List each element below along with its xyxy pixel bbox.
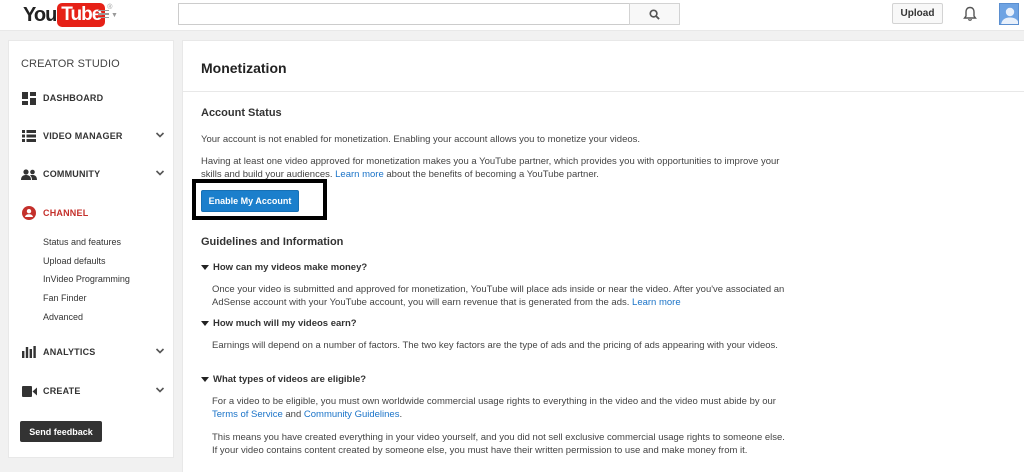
partner-info-text-b: about the benefits of becoming a YouTube… xyxy=(386,169,599,180)
enable-my-account-button[interactable]: Enable My Account xyxy=(201,190,299,212)
faq-answer-eligible-details: This means you have created everything i… xyxy=(212,432,785,456)
account-status-text: Your account is not enabled for monetiza… xyxy=(201,134,641,145)
sidebar-item-create[interactable]: CREATE xyxy=(21,382,165,400)
chevron-down-icon[interactable] xyxy=(155,130,165,140)
sidebar-subitem-upload-defaults[interactable]: Upload defaults xyxy=(43,256,106,266)
search-box xyxy=(178,3,630,25)
avatar-icon xyxy=(1001,7,1018,24)
account-avatar[interactable] xyxy=(999,3,1019,25)
faq-answer-how-much: Earnings will depend on a number of fact… xyxy=(212,340,778,351)
community-icon xyxy=(21,167,37,181)
sidebar-item-label: CREATE xyxy=(43,386,81,396)
search-button[interactable] xyxy=(629,3,680,25)
faq-question-text: How can my videos make money? xyxy=(213,262,368,273)
creator-studio-sidebar: CREATOR STUDIO DASHBOARD VIDEO MANAGER C… xyxy=(8,40,174,458)
triangle-down-icon xyxy=(201,265,209,270)
partner-info-text: Having at least one video approved for m… xyxy=(201,155,781,181)
page-title: Monetization xyxy=(201,60,287,76)
faq-question-text: What types of videos are eligible? xyxy=(213,374,367,385)
triangle-down-icon xyxy=(201,321,209,326)
faq-answer-period: . xyxy=(399,409,403,420)
learn-more-link[interactable]: Learn more xyxy=(335,169,384,180)
sidebar-subitem-invideo-programming[interactable]: InVideo Programming xyxy=(43,274,130,284)
faq-answer-text: For a video to be eligible, you must own… xyxy=(212,396,776,407)
search-icon xyxy=(649,8,660,20)
sidebar-item-label: CHANNEL xyxy=(43,208,89,218)
guidelines-heading: Guidelines and Information xyxy=(201,236,344,248)
page-title-bar: Monetization xyxy=(183,41,1024,92)
analytics-icon xyxy=(21,345,37,359)
top-bar: You Tube ® ▼ Upload xyxy=(0,0,1024,31)
chevron-down-icon[interactable] xyxy=(155,385,165,395)
faq-answer-eligible: For a video to be eligible, you must own… xyxy=(212,395,787,421)
triangle-down-icon xyxy=(201,377,209,382)
dashboard-icon xyxy=(21,91,37,105)
sidebar-subitem-fan-finder[interactable]: Fan Finder xyxy=(43,293,87,303)
faq-question-text: How much will my videos earn? xyxy=(213,318,357,329)
faq-question-eligible[interactable]: What types of videos are eligible? xyxy=(201,374,366,385)
sidebar-item-label: VIDEO MANAGER xyxy=(43,131,123,141)
chevron-down-icon[interactable] xyxy=(155,168,165,178)
learn-more-link[interactable]: Learn more xyxy=(632,297,681,308)
video-manager-icon xyxy=(21,129,37,143)
search-input[interactable] xyxy=(179,4,629,24)
sidebar-item-analytics[interactable]: ANALYTICS xyxy=(21,343,165,361)
sidebar-item-label: DASHBOARD xyxy=(43,93,104,103)
faq-question-how-much[interactable]: How much will my videos earn? xyxy=(201,318,357,329)
create-icon xyxy=(21,384,37,398)
logo-you-text: You xyxy=(23,3,57,26)
caret-down-icon: ▼ xyxy=(111,11,118,19)
sidebar-item-video-manager[interactable]: VIDEO MANAGER xyxy=(21,127,165,145)
faq-question-make-money[interactable]: How can my videos make money? xyxy=(201,262,367,273)
account-status-heading: Account Status xyxy=(201,107,282,119)
guide-menu-button[interactable]: ▼ xyxy=(98,8,118,22)
chevron-down-icon[interactable] xyxy=(155,346,165,356)
channel-icon xyxy=(21,206,37,220)
terms-of-service-link[interactable]: Terms of Service xyxy=(212,409,283,420)
community-guidelines-link[interactable]: Community Guidelines xyxy=(304,409,400,420)
sidebar-subitem-advanced[interactable]: Advanced xyxy=(43,312,83,322)
monetization-panel: Monetization Account Status Your account… xyxy=(182,40,1024,472)
send-feedback-button[interactable]: Send feedback xyxy=(20,421,102,442)
sidebar-item-community[interactable]: COMMUNITY xyxy=(21,165,165,183)
faq-answer-make-money: Once your video is submitted and approve… xyxy=(212,283,787,309)
sidebar-title: CREATOR STUDIO xyxy=(21,58,120,70)
faq-answer-and: and xyxy=(285,409,302,420)
sidebar-item-label: COMMUNITY xyxy=(43,169,101,179)
faq-answer-text: Once your video is submitted and approve… xyxy=(212,284,785,308)
sidebar-item-dashboard[interactable]: DASHBOARD xyxy=(21,89,165,107)
bell-icon xyxy=(963,6,977,21)
hamburger-icon xyxy=(98,9,109,21)
sidebar-item-channel[interactable]: CHANNEL xyxy=(21,204,165,222)
sidebar-subitem-status-and-features[interactable]: Status and features xyxy=(43,237,121,247)
sidebar-item-label: ANALYTICS xyxy=(43,347,96,357)
notifications-button[interactable] xyxy=(962,5,978,23)
upload-button[interactable]: Upload xyxy=(892,3,943,24)
